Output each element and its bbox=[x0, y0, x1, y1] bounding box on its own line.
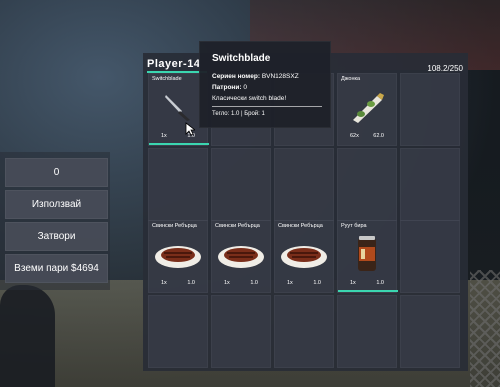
take-money-button[interactable]: Вземи пари $4694 bbox=[5, 254, 108, 283]
inventory-slot-pork-ribs[interactable]: Свински Ребърца 1x 1.0 bbox=[211, 220, 271, 293]
slot-item-name: Джонка bbox=[341, 76, 361, 82]
inventory-slot-joint[interactable]: Джонка 62x 62.0 bbox=[337, 73, 397, 146]
action-panel: 0 Използвай Затвори Вземи пари $4694 bbox=[0, 152, 110, 290]
inventory-slot-empty[interactable] bbox=[211, 148, 271, 221]
inventory-slot-pork-ribs[interactable]: Свински Ребърца 1x 1.0 bbox=[274, 220, 334, 293]
soda-can-icon bbox=[358, 235, 376, 271]
inventory-weight: 108.2/250 bbox=[427, 64, 463, 73]
inventory-slot-empty[interactable] bbox=[337, 148, 397, 221]
background-fence bbox=[470, 270, 500, 387]
ribs-icon bbox=[281, 245, 327, 268]
slot-item-name: Свински Ребърца bbox=[215, 223, 260, 229]
slot-item-weight: 1.0 bbox=[250, 280, 258, 286]
tooltip-ammo: Патрони: 0 bbox=[212, 84, 247, 91]
tooltip-serial-label: Сериен номер: bbox=[212, 73, 260, 80]
inventory-slot-root-beer[interactable]: Руут бира 1x 1.0 bbox=[337, 220, 398, 293]
inventory-slot-empty[interactable] bbox=[337, 295, 397, 368]
tooltip-serial: Сериен номер: BVN128SXZ bbox=[212, 73, 299, 80]
slot-item-name: Свински Ребърца bbox=[278, 223, 323, 229]
inventory-slot-empty[interactable] bbox=[274, 148, 334, 221]
ribs-icon bbox=[218, 245, 264, 268]
close-button[interactable]: Затвори bbox=[5, 222, 108, 251]
slot-item-weight: 1.0 bbox=[313, 280, 321, 286]
slot-item-count: 1x bbox=[287, 280, 293, 286]
background-character bbox=[0, 285, 55, 387]
inventory-slot-empty[interactable] bbox=[274, 295, 334, 368]
slot-item-weight: 1.0 bbox=[376, 280, 384, 286]
joint-icon bbox=[353, 92, 384, 123]
inventory-slot-empty[interactable] bbox=[148, 295, 208, 368]
tooltip-footer: Тегло: 1.0 | Брой: 1 bbox=[212, 111, 265, 117]
ribs-icon bbox=[155, 245, 201, 268]
tooltip-divider bbox=[212, 106, 322, 107]
inventory-slot-empty[interactable] bbox=[400, 148, 460, 221]
slot-item-count: 62x bbox=[350, 133, 359, 139]
inventory-slot-empty[interactable] bbox=[400, 220, 460, 293]
slot-durability-bar bbox=[338, 290, 398, 292]
tooltip-title: Switchblade bbox=[212, 53, 271, 64]
slot-item-name: Свински Ребърца bbox=[152, 223, 197, 229]
inventory-slot-pork-ribs[interactable]: Свински Ребърца 1x 1.0 bbox=[148, 220, 208, 293]
inventory-slot-empty[interactable] bbox=[148, 148, 208, 221]
player-name: Player-14 bbox=[147, 58, 201, 70]
item-tooltip: Switchblade Сериен номер: BVN128SXZ Патр… bbox=[199, 41, 331, 128]
slot-item-count: 1x bbox=[161, 133, 167, 139]
tooltip-ammo-label: Патрони: bbox=[212, 84, 242, 91]
slot-item-weight: 62.0 bbox=[373, 133, 384, 139]
tooltip-serial-value: BVN128SXZ bbox=[261, 73, 299, 80]
use-button[interactable]: Използвай bbox=[5, 190, 108, 219]
tooltip-description: Класически switch blade! bbox=[212, 95, 287, 102]
inventory-slot-empty[interactable] bbox=[211, 295, 271, 368]
mouse-cursor-icon bbox=[185, 122, 195, 136]
slot-item-count: 1x bbox=[224, 280, 230, 286]
tooltip-ammo-value: 0 bbox=[243, 84, 247, 91]
knife-icon bbox=[165, 94, 190, 121]
inventory-slot-empty[interactable] bbox=[400, 73, 460, 146]
slot-item-name: Руут бира bbox=[341, 223, 367, 229]
slot-durability-bar bbox=[149, 143, 209, 145]
amount-input[interactable]: 0 bbox=[5, 158, 108, 187]
slot-item-weight: 1.0 bbox=[187, 280, 195, 286]
slot-item-count: 1x bbox=[161, 280, 167, 286]
inventory-slot-empty[interactable] bbox=[400, 295, 460, 368]
slot-item-count: 1x bbox=[350, 280, 356, 286]
slot-item-name: Switchblade bbox=[152, 76, 182, 82]
